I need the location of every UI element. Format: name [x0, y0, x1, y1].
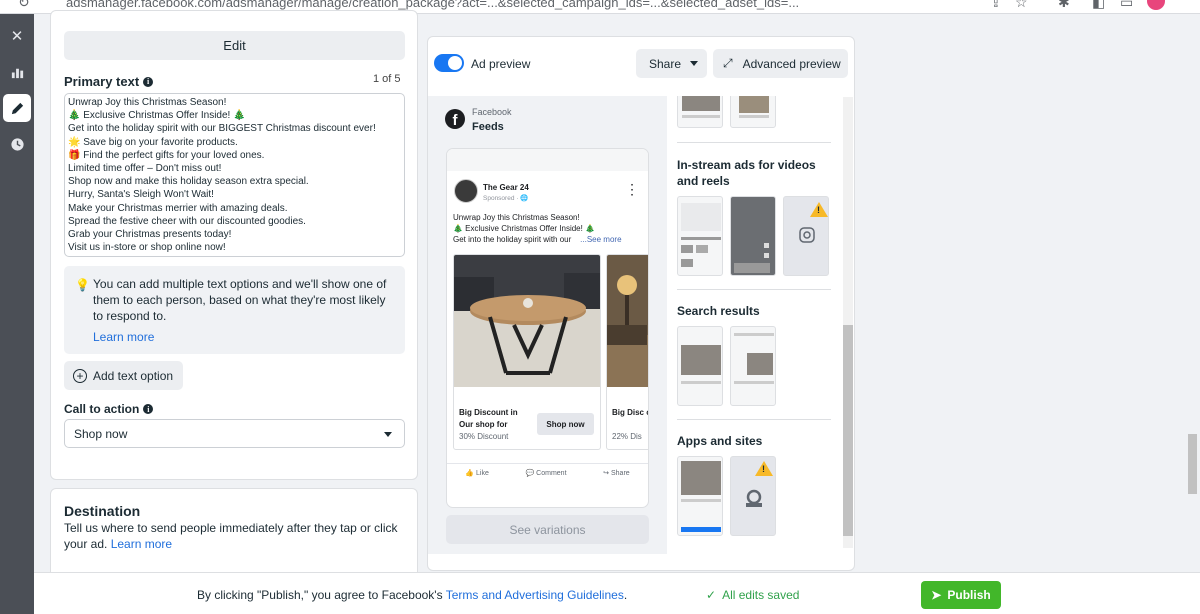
expand-icon: ⤢ — [723, 56, 733, 70]
platform-name: Facebook — [472, 107, 512, 117]
carousel-card[interactable]: Big Disc out sho 22% Dis — [606, 254, 648, 450]
like-button[interactable]: 👍 Like — [465, 469, 489, 477]
publish-button[interactable]: ➤ Publish — [921, 581, 1001, 609]
chart-icon[interactable] — [3, 58, 31, 86]
ad-preview-toggle[interactable] — [434, 54, 464, 72]
placement-name: Feeds — [472, 121, 504, 133]
page-name: The Gear 24 — [483, 183, 529, 192]
terms-link[interactable]: Terms and Advertising Guidelines — [446, 588, 624, 602]
primary-text-count: 1 of 5 — [373, 73, 401, 85]
send-icon: ➤ — [931, 588, 942, 602]
phone-status-bar — [447, 149, 648, 171]
see-variations-button[interactable]: See variations — [446, 515, 649, 544]
tip-learn-more-link[interactable]: Learn more — [93, 330, 154, 344]
chevron-down-icon — [690, 61, 699, 66]
page-scrollbar-thumb[interactable] — [1188, 434, 1197, 494]
primary-text-label: Primary text i — [64, 74, 154, 89]
preview-scrollbar-thumb[interactable] — [843, 325, 853, 536]
extension-icon[interactable]: ✱ — [1058, 0, 1070, 11]
placement-thumb[interactable] — [677, 456, 723, 536]
phone-mockup[interactable]: The Gear 24 Sponsored · 🌐 · · · Unwrap Joy… — [446, 148, 649, 508]
ad-preview-label: Ad preview — [471, 57, 531, 71]
edit-pencil-icon[interactable] — [3, 94, 31, 122]
chevron-down-icon — [384, 432, 392, 437]
divider — [677, 142, 831, 143]
preview-area: f Facebook Feeds The Gear 24 Sponsored ·… — [428, 96, 853, 554]
share-page-icon[interactable]: ⇪ — [990, 0, 1002, 11]
apps-heading: Apps and sites — [677, 434, 763, 448]
sidebar-icon[interactable]: ▭ — [1120, 0, 1133, 11]
placement-thumb[interactable] — [677, 326, 723, 406]
placement-thumb[interactable]: ! — [783, 196, 829, 276]
divider — [677, 419, 831, 420]
comment-button[interactable]: 💬 Comment — [526, 469, 567, 477]
lightbulb-icon: 💡 — [75, 278, 90, 292]
divider — [677, 289, 831, 290]
sponsored-label: Sponsored · 🌐 — [483, 195, 529, 202]
advanced-preview-button[interactable]: ⤢ Advanced preview — [713, 49, 848, 78]
destination-description: Tell us where to send people immediately… — [64, 521, 398, 551]
tip-text: You can add multiple text options and we… — [93, 277, 387, 323]
primary-text-field[interactable]: Unwrap Joy this Christmas Season! 🎄 Excl… — [64, 93, 405, 257]
save-status: ✓ All edits saved — [706, 588, 800, 602]
shop-now-button[interactable]: Shop now — [537, 413, 594, 435]
more-options-icon[interactable]: · · · — [631, 181, 634, 201]
plus-circle-icon: + — [73, 368, 87, 383]
bookmark-star-icon[interactable]: ☆ — [1015, 0, 1028, 11]
destination-title: Destination — [64, 503, 141, 519]
edit-button[interactable]: Edit — [64, 31, 405, 60]
page-avatar — [454, 179, 478, 203]
add-text-option-button[interactable]: + Add text option — [64, 361, 183, 390]
puzzle-icon[interactable]: ◧ — [1092, 0, 1105, 11]
facebook-logo-icon: f — [445, 109, 465, 129]
tip-box: 💡 You can add multiple text options and … — [64, 266, 405, 354]
share-post-button[interactable]: ↪ Share — [603, 469, 630, 477]
search-heading: Search results — [677, 304, 760, 318]
placement-thumb[interactable] — [730, 326, 776, 406]
info-icon[interactable]: i — [143, 76, 154, 87]
see-more-link[interactable]: ...See more — [580, 235, 621, 244]
cta-label: Call to action i — [64, 402, 154, 416]
placement-thumb[interactable] — [730, 196, 776, 276]
product-image-lamp — [607, 255, 648, 387]
post-text: Unwrap Joy this Christmas Season! 🎄 Excl… — [453, 213, 622, 244]
history-clock-icon[interactable] — [3, 130, 31, 158]
post-actions: 👍 Like 💬 Comment ↪ Share — [447, 463, 648, 477]
placement-thumb[interactable]: ! — [730, 456, 776, 536]
agreement-text: By clicking "Publish," you agree to Face… — [197, 588, 628, 602]
feed-preview-column: f Facebook Feeds The Gear 24 Sponsored ·… — [428, 96, 662, 554]
placements-column: In-stream ads for videos and reels ! Sea… — [667, 96, 853, 554]
address-bar[interactable]: adsmanager.facebook.com/adsmanager/manag… — [66, 0, 799, 10]
destination-learn-more-link[interactable]: Learn more — [111, 537, 172, 551]
left-rail: ✕ — [0, 14, 34, 614]
product-image-table — [454, 255, 600, 387]
placement-thumb[interactable] — [730, 96, 776, 128]
instream-heading: In-stream ads for videos and reels — [677, 158, 816, 188]
placement-thumb[interactable] — [677, 196, 723, 276]
carousel[interactable]: Big Discount in Our shop for 30% Discoun… — [453, 254, 648, 450]
footer-bar: By clicking "Publish," you agree to Face… — [34, 572, 1200, 614]
profile-avatar[interactable] — [1147, 0, 1165, 10]
cta-select[interactable]: Shop now — [64, 419, 405, 448]
placement-thumb[interactable] — [677, 96, 723, 128]
close-icon[interactable]: ✕ — [3, 22, 31, 50]
share-button[interactable]: Share — [636, 49, 707, 78]
checkmark-icon: ✓ — [706, 588, 717, 602]
reload-icon[interactable]: ↻ — [18, 0, 30, 11]
carousel-card[interactable]: Big Discount in Our shop for 30% Discoun… — [453, 254, 601, 450]
info-icon[interactable]: i — [143, 404, 154, 414]
